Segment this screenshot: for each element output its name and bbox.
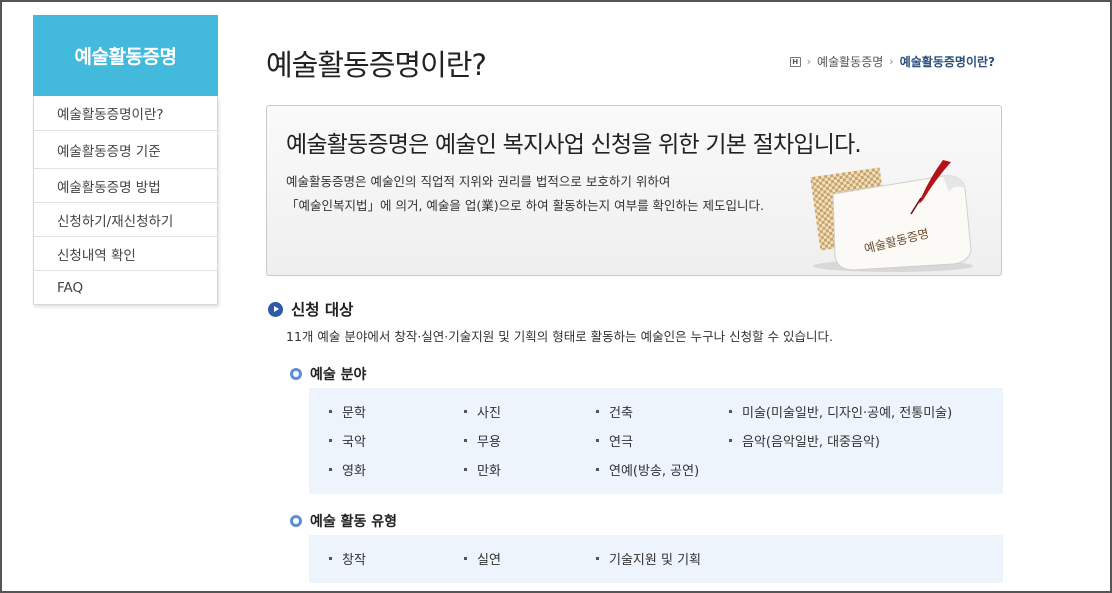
page-title: 예술활동증명이란? — [266, 48, 487, 82]
dot-icon — [329, 439, 332, 442]
dot-icon — [464, 468, 467, 471]
sidebar-item-about[interactable]: 예술활동증명이란? — [34, 96, 217, 130]
list-item-label: 무용 — [477, 435, 501, 450]
intro-text-line1: 예술활동증명은 예술인의 직업적 지위와 권리를 법적으로 보호하기 위하여 — [286, 174, 671, 189]
breadcrumb: H › 예술활동증명 › 예술활동증명이란? — [789, 53, 995, 70]
list-item-label: 사진 — [477, 406, 501, 421]
chevron-right-icon: › — [806, 55, 812, 68]
list-item: 기술지원 및 기획 — [596, 549, 701, 568]
certificate-illustration: 예술활동증명 — [810, 160, 973, 272]
chevron-right-icon: › — [889, 55, 894, 68]
breadcrumb-level1[interactable]: 예술활동증명 — [817, 53, 883, 70]
intro-heading: 예술활동증명은 예술인 복지사업 신청을 위한 기본 절차입니다. — [286, 132, 862, 158]
sidebar-menu: 예술활동증명이란? 예술활동증명 기준 예술활동증명 방법 신청하기/재신청하기… — [33, 96, 218, 305]
fields-section-title: 예술 분야 — [290, 364, 366, 384]
list-item: 국악 — [329, 431, 366, 450]
list-item-label: 실연 — [477, 553, 501, 568]
ring-bullet-icon — [290, 368, 302, 380]
dot-icon — [596, 557, 599, 560]
sidebar-item-history[interactable]: 신청내역 확인 — [34, 236, 217, 270]
list-item: 사진 — [464, 402, 501, 421]
list-item-label: 건축 — [609, 406, 633, 421]
sidebar: 예술활동증명 예술활동증명이란? 예술활동증명 기준 예술활동증명 방법 신청하… — [33, 15, 218, 305]
dot-icon — [729, 439, 732, 442]
activity-section-title: 예술 활동 유형 — [290, 511, 397, 531]
dot-icon — [596, 468, 599, 471]
dot-icon — [596, 410, 599, 413]
list-item-label: 연예(방송, 공연) — [609, 464, 700, 479]
dot-icon — [596, 439, 599, 442]
list-item-label: 음악(음악일반, 대중음악) — [742, 435, 881, 450]
list-item: 만화 — [464, 460, 501, 479]
list-item: 미술(미술일반, 디자인·공예, 전통미술) — [729, 402, 952, 421]
list-item: 연예(방송, 공연) — [596, 460, 699, 479]
home-icon[interactable]: H — [789, 56, 801, 67]
list-item: 실연 — [464, 549, 501, 568]
breadcrumb-current: 예술활동증명이란? — [899, 55, 995, 69]
list-item: 건축 — [596, 402, 633, 421]
dot-icon — [329, 468, 332, 471]
dot-icon — [464, 557, 467, 560]
list-item: 연극 — [596, 431, 633, 450]
dot-icon — [329, 557, 332, 560]
target-description: 11개 예술 분야에서 창작·실연·기술지원 및 기획의 형태로 활동하는 예술… — [286, 329, 834, 344]
list-item-label: 창작 — [342, 553, 366, 568]
target-section-title: 신청 대상 — [268, 298, 353, 320]
list-item-label: 기술지원 및 기획 — [609, 553, 701, 568]
dot-icon — [329, 410, 332, 413]
list-item-label: 연극 — [609, 435, 633, 450]
dot-icon — [464, 410, 467, 413]
intro-box: 예술활동증명은 예술인 복지사업 신청을 위한 기본 절차입니다. 예술활동증명… — [266, 105, 1002, 276]
fields-box: 문학 사진 건축 미술(미술일반, 디자인·공예, 전통미술) 국악 무용 연극… — [309, 388, 1003, 494]
fields-title: 예술 분야 — [310, 367, 367, 383]
list-item: 음악(음악일반, 대중음악) — [729, 431, 880, 450]
sidebar-item-criteria[interactable]: 예술활동증명 기준 — [34, 130, 217, 168]
list-item-label: 영화 — [342, 464, 366, 479]
list-item: 창작 — [329, 549, 366, 568]
sidebar-title: 예술활동증명 — [33, 15, 218, 96]
dot-icon — [464, 439, 467, 442]
target-title: 신청 대상 — [291, 301, 354, 319]
sidebar-item-apply[interactable]: 신청하기/재신청하기 — [34, 202, 217, 236]
list-item: 영화 — [329, 460, 366, 479]
list-item-label: 문학 — [342, 406, 366, 421]
list-item: 문학 — [329, 402, 366, 421]
activity-box: 창작 실연 기술지원 및 기획 — [309, 535, 1003, 583]
sidebar-item-faq[interactable]: FAQ — [34, 270, 217, 304]
intro-text-line2: 「예술인복지법」에 의거, 예술을 업(業)으로 하여 활동하는지 여부를 확인… — [286, 198, 764, 213]
play-bullet-icon — [268, 301, 283, 317]
activity-title: 예술 활동 유형 — [310, 514, 398, 530]
dot-icon — [729, 410, 732, 413]
list-item-label: 국악 — [342, 435, 366, 450]
list-item-label: 만화 — [477, 464, 501, 479]
list-item-label: 미술(미술일반, 디자인·공예, 전통미술) — [742, 406, 953, 421]
list-item: 무용 — [464, 431, 501, 450]
sidebar-item-method[interactable]: 예술활동증명 방법 — [34, 168, 217, 202]
ring-bullet-icon — [290, 515, 302, 527]
